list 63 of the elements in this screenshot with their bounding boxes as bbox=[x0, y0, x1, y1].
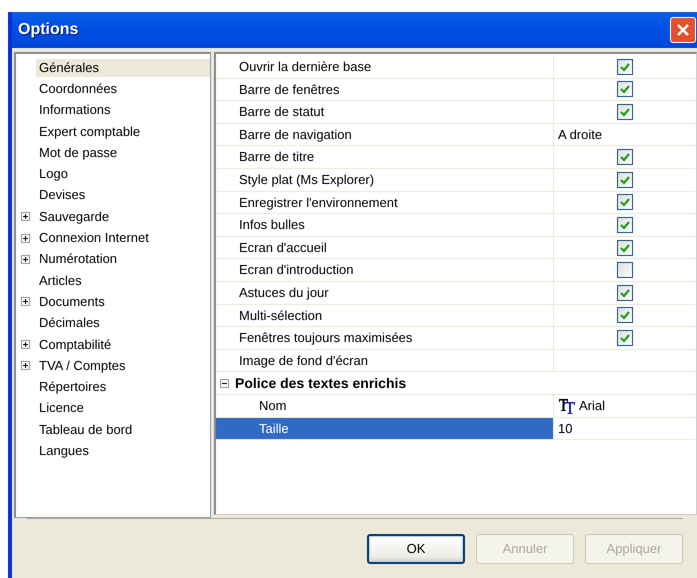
property-value[interactable]: Arial bbox=[579, 396, 606, 416]
property-label[interactable]: Enregistrer l'environnement bbox=[216, 192, 554, 214]
expand-icon[interactable] bbox=[21, 361, 30, 370]
property-value[interactable]: 10 bbox=[558, 418, 572, 438]
checkbox[interactable] bbox=[617, 216, 633, 233]
collapse-icon[interactable] bbox=[220, 378, 229, 388]
expand-icon[interactable] bbox=[21, 234, 30, 243]
sidebar-item[interactable]: Connexion Internet bbox=[36, 229, 152, 248]
checkbox[interactable] bbox=[617, 284, 633, 301]
group-header: Police des textes enrichis bbox=[235, 374, 406, 393]
checkbox[interactable] bbox=[617, 330, 633, 346]
property-label[interactable]: Fenêtres toujours maximisées bbox=[216, 327, 554, 349]
sidebar-item[interactable]: Répertoires bbox=[36, 378, 110, 396]
checkbox[interactable] bbox=[617, 81, 633, 98]
sidebar-item[interactable]: Informations bbox=[36, 101, 114, 120]
sidebar-item[interactable]: TVA / Comptes bbox=[36, 356, 128, 375]
property-label[interactable]: Barre de fenêtres bbox=[216, 78, 554, 100]
property-label[interactable]: Nom bbox=[216, 394, 554, 416]
sidebar-item[interactable]: Décimales bbox=[36, 314, 103, 332]
sidebar-item[interactable]: Articles bbox=[36, 272, 85, 290]
sidebar-item[interactable]: Logo bbox=[36, 165, 71, 184]
property-label[interactable]: Barre de titre bbox=[216, 146, 554, 168]
dialog-button[interactable]: OK bbox=[367, 534, 465, 564]
expand-icon[interactable] bbox=[21, 297, 30, 306]
sidebar-item[interactable]: Comptabilité bbox=[36, 336, 114, 354]
sidebar-item[interactable]: Devises bbox=[36, 186, 88, 204]
sidebar-item[interactable]: Licence bbox=[36, 399, 87, 418]
font-icon bbox=[558, 398, 576, 414]
property-label[interactable]: Infos bulles bbox=[216, 214, 554, 236]
property-label[interactable]: Image de fond d'écran bbox=[216, 350, 554, 372]
sidebar-item[interactable]: Sauvegarde bbox=[36, 208, 112, 226]
sidebar-item[interactable]: Documents bbox=[36, 292, 108, 311]
property-label[interactable]: Ouvrir la dernière base bbox=[216, 56, 554, 78]
property-label[interactable]: Ecran d'accueil bbox=[216, 236, 554, 258]
checkbox[interactable] bbox=[617, 104, 633, 120]
checkbox[interactable] bbox=[617, 58, 633, 75]
checkbox[interactable] bbox=[617, 149, 633, 166]
close-icon bbox=[675, 22, 691, 38]
property-label[interactable]: Astuces du jour bbox=[216, 282, 554, 304]
sidebar-item[interactable]: Coordonnées bbox=[36, 80, 120, 98]
expand-icon[interactable] bbox=[21, 212, 30, 222]
window-title: Options bbox=[18, 20, 78, 40]
sidebar-item[interactable]: Mot de passe bbox=[36, 144, 120, 162]
sidebar-item[interactable]: Générales bbox=[36, 58, 210, 77]
property-label[interactable]: Style plat (Ms Explorer) bbox=[216, 168, 554, 191]
expand-icon[interactable] bbox=[21, 340, 30, 349]
expand-icon[interactable] bbox=[21, 254, 30, 264]
sidebar-item[interactable]: Expert comptable bbox=[36, 122, 144, 141]
checkbox[interactable] bbox=[617, 240, 633, 256]
close-button[interactable] bbox=[670, 17, 696, 43]
property-value[interactable]: A droite bbox=[558, 124, 602, 144]
sidebar-item[interactable]: Numérotation bbox=[36, 250, 120, 268]
sidebar-item[interactable]: Tableau de bord bbox=[36, 420, 136, 439]
property-label[interactable]: Taille bbox=[216, 418, 554, 440]
checkbox[interactable] bbox=[617, 172, 633, 188]
checkbox[interactable] bbox=[617, 262, 633, 278]
property-label[interactable]: Ecran d'introduction bbox=[216, 259, 554, 281]
property-label[interactable]: Barre de statut bbox=[216, 101, 554, 123]
sidebar-item[interactable]: Langues bbox=[36, 442, 92, 460]
checkbox[interactable] bbox=[617, 307, 633, 324]
property-label[interactable]: Barre de navigation bbox=[216, 124, 554, 146]
property-label[interactable]: Multi-sélection bbox=[216, 304, 554, 326]
checkbox[interactable] bbox=[617, 194, 633, 210]
